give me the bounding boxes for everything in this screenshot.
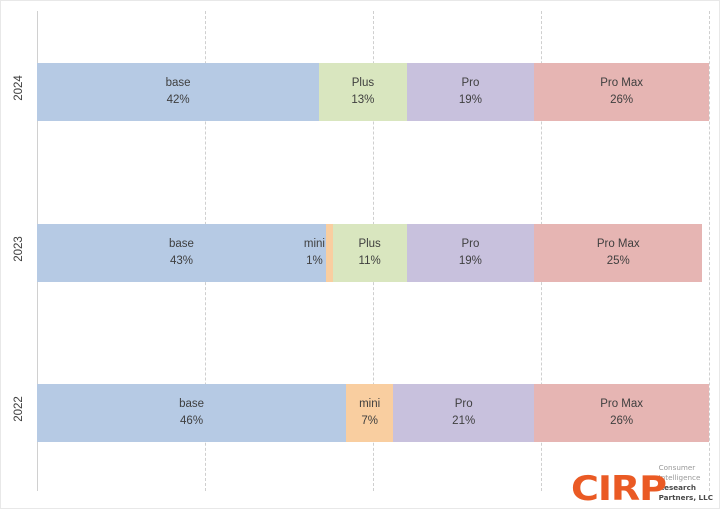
segment-label-group: base 46% [179,396,204,429]
segment-label-group: Pro 19% [459,236,482,269]
segment-name: base [165,77,191,90]
segment-name: Pro Max [600,398,644,411]
cirp-tagline-line-2: Intelligence [658,473,701,483]
segment-value: 26% [610,415,634,427]
bar-row-2023: base 43% mini 1% Plus 11% Pro 19% Pro Max 25% [37,224,709,282]
segment-label-group: base 42% [166,75,191,108]
segment-value: 43% [169,255,193,267]
segment-name: Pro Max [596,238,640,251]
chart-container: base 42% Plus 13% Pro 19% Pro Max 26% base 43% min… [0,0,720,509]
segment-label-group: Pro Max 26% [600,396,643,429]
segment-value: 46% [180,415,204,427]
segment-label-group: Pro 19% [459,75,482,108]
year-label-text: 2023 [13,236,25,262]
segment-label-group: Plus 13% [351,75,374,108]
segment-label-group: Plus 11% [358,236,380,269]
segment-name: mini [359,398,381,411]
bar-segment-2022-mini[interactable]: mini 7% [346,384,394,442]
bar-segment-2022-pro[interactable]: Pro 21% [393,384,535,442]
segment-value: 19% [458,94,482,106]
year-label-text: 2024 [13,75,25,101]
bar-segment-2024-base[interactable]: base 42% [37,63,320,121]
segment-name: Pro [461,77,480,90]
segment-label-group: mini 7% [359,396,380,429]
segment-value: 19% [458,255,482,267]
segment-value: 7% [361,415,378,427]
segment-name: base [169,238,194,251]
segment-name: Plus [351,77,375,90]
segment-value: 25% [606,255,630,267]
segment-name: base [179,398,205,411]
segment-value: 21% [452,415,476,427]
segment-value: 11% [358,255,381,267]
bar-segment-2023-pro-max[interactable]: Pro Max 25% [534,224,703,282]
segment-value: 13% [351,94,375,106]
segment-label-group: mini 1% [304,236,325,269]
bar-segment-2023-base[interactable]: base 43% [37,224,326,282]
bar-segment-2022-pro-max[interactable]: Pro Max 26% [534,384,709,442]
cirp-logo: CIRP Consumer Intelligence Research Part… [570,463,713,509]
bar-segment-2023-mini[interactable]: mini 1% [304,224,333,282]
cirp-tagline: Consumer Intelligence Research Partners,… [659,463,713,504]
year-label-2022: 2022 [1,396,37,422]
segment-value: 1% [306,255,323,267]
cirp-tagline-line-1: Consumer [658,463,696,473]
segment-value: 26% [610,94,634,106]
segment-name: Pro Max [600,77,644,90]
bar-row-2024: base 42% Plus 13% Pro 19% Pro Max 26% [37,63,709,121]
cirp-tagline-line-3: Research [658,483,696,493]
segment-label-group: base 43% [169,236,194,269]
cirp-tagline-line-4: Partners, LLC [658,493,713,503]
bar-segment-2023-plus[interactable]: Plus 11% [332,224,407,282]
bar-segment-2024-pro-max[interactable]: Pro Max 26% [534,63,709,121]
year-label-text: 2022 [13,396,25,422]
plot-area: base 42% Plus 13% Pro 19% Pro Max 26% base 43% min… [37,11,710,491]
segment-label-group: Pro Max 25% [597,236,640,269]
year-label-2024: 2024 [1,75,37,101]
bar-segment-2023-pro[interactable]: Pro 19% [406,224,535,282]
year-label-2023: 2023 [1,236,37,262]
bar-segment-2024-pro[interactable]: Pro 19% [406,63,535,121]
segment-name: Plus [358,238,381,251]
gridline-100 [709,11,710,491]
segment-name: Pro [461,238,480,251]
bar-row-2022: base 46% mini 7% Pro 21% Pro Max 26% [37,384,709,442]
segment-name: Pro [454,398,473,411]
bar-segment-2022-base[interactable]: base 46% [37,384,347,442]
segment-label-group: Pro 21% [452,396,475,429]
segment-value: 42% [166,94,190,106]
cirp-wordmark: CIRP [570,469,667,509]
segment-label-group: Pro Max 26% [600,75,643,108]
bar-segment-2024-plus[interactable]: Plus 13% [319,63,407,121]
segment-name: mini [303,238,325,251]
